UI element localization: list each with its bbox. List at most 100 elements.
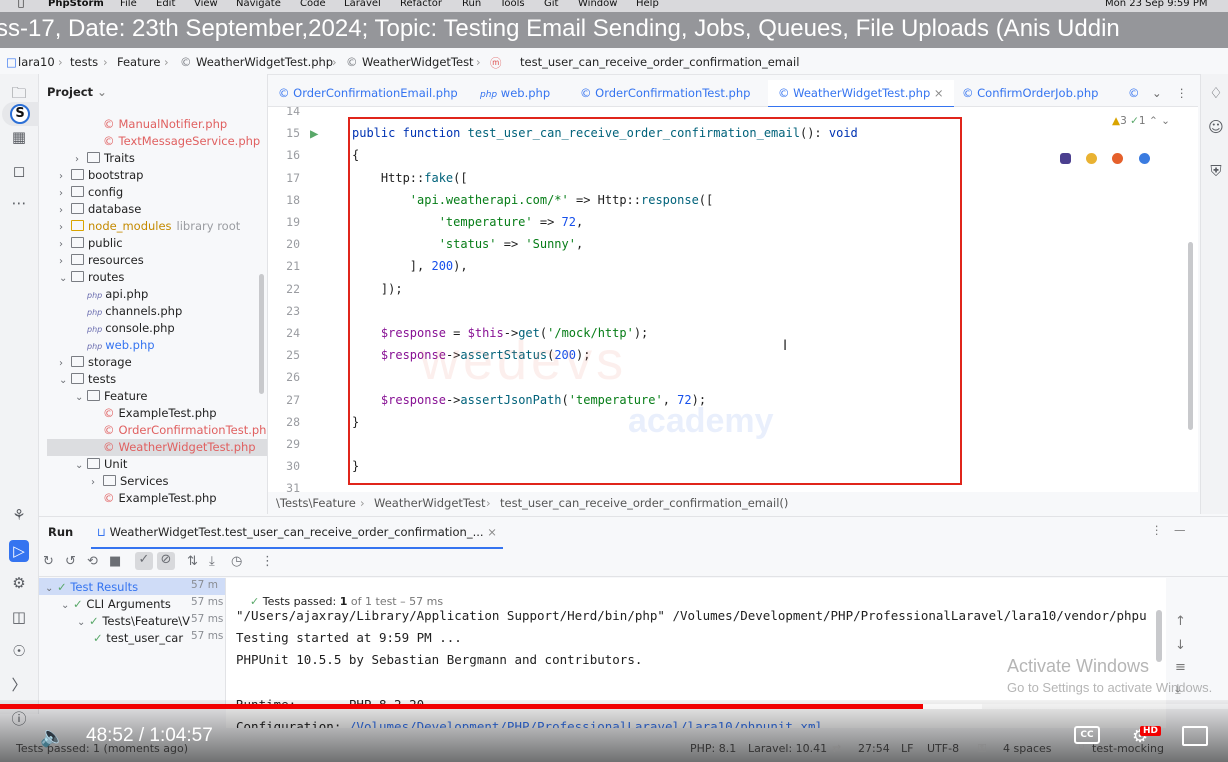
show-passed-icon[interactable]: ✓ <box>135 552 153 570</box>
sort-icon[interactable]: ⇅ <box>187 554 198 569</box>
firefox-icon[interactable] <box>1112 153 1124 164</box>
app-menu[interactable]: PhpStorm <box>48 0 104 9</box>
crumb-method[interactable]: test_user_can_receive_order_confirmation… <box>500 496 788 510</box>
more-icon[interactable]: ⋮ <box>1151 523 1163 537</box>
code-line[interactable]: 'api.weatherapi.com/*' => Http::response… <box>352 193 713 207</box>
menu-laravel[interactable]: Laravel <box>344 0 381 9</box>
history-icon[interactable]: ◷ <box>231 554 242 569</box>
code-line[interactable]: } <box>352 415 359 429</box>
editor-scrollbar[interactable] <box>1188 242 1193 430</box>
project-header[interactable]: Project ⌄ <box>47 84 107 101</box>
project-tree-item[interactable]: › bootstrap <box>59 167 143 184</box>
chevron-right-icon[interactable]: › <box>59 236 71 253</box>
crumb-class[interactable]: WeatherWidgetTest <box>362 55 474 69</box>
database-icon[interactable]: ◫ <box>9 608 29 626</box>
test-result-row[interactable]: ⌄ ✓ Tests\Feature\V <box>77 613 190 629</box>
status-branch[interactable]: test-mocking <box>1092 742 1164 755</box>
menu-edit[interactable]: Edit <box>156 0 175 9</box>
tab-overflow-icon[interactable]: © <box>1128 86 1140 100</box>
status-line-ending[interactable]: LF <box>901 742 913 755</box>
crumb-namespace[interactable]: \Tests\Feature <box>276 496 356 510</box>
chevron-right-icon[interactable]: › <box>59 355 71 372</box>
tab-order-confirmation-test[interactable]: © OrderConfirmationTest.php <box>580 86 750 100</box>
project-tree-item[interactable]: ⌄ tests <box>59 371 116 388</box>
run-tab[interactable]: ⊔ WeatherWidgetTest.test_user_can_receiv… <box>91 517 503 549</box>
project-tree-item[interactable]: php web.php <box>75 337 155 354</box>
more-icon[interactable]: ⋮ <box>1176 86 1188 100</box>
project-tree-item[interactable]: › storage <box>59 354 132 371</box>
code-line[interactable]: } <box>352 459 359 473</box>
ai-assistant-icon[interactable]: ☺ <box>1206 118 1226 136</box>
project-folder-icon[interactable]: 🗀 <box>9 84 29 102</box>
crumb-feature[interactable]: Feature <box>117 55 160 69</box>
chevron-right-icon[interactable]: › <box>91 474 103 491</box>
project-tree-item[interactable]: © ExampleTest.php <box>91 490 217 507</box>
tab-confirm-order-job[interactable]: © ConfirmOrderJob.php <box>962 86 1098 100</box>
bookmark-icon[interactable]: ◻ <box>9 162 29 180</box>
chevron-right-icon[interactable]: › <box>59 253 71 270</box>
scroll-up-icon[interactable]: ↑ <box>1175 614 1186 629</box>
chevron-down-icon[interactable]: ⌄ <box>75 389 87 406</box>
browser-icon[interactable] <box>1060 153 1071 164</box>
rerun-auto-icon[interactable]: ⟲ <box>87 554 98 569</box>
chevron-down-icon[interactable]: ⌄ <box>77 617 85 628</box>
minimize-icon[interactable]: — <box>1174 523 1186 537</box>
console-scrollbar[interactable] <box>1156 610 1162 662</box>
project-tree-item[interactable]: › database <box>59 201 141 218</box>
menu-code[interactable]: Code <box>300 0 326 9</box>
chevron-down-icon[interactable]: ⌄ <box>75 457 87 474</box>
status-laravel[interactable]: Laravel: 10.41 <box>748 742 827 755</box>
project-tree-item[interactable]: © ManualNotifier.php <box>91 116 227 133</box>
status-indent[interactable]: 4 spaces <box>1003 742 1052 755</box>
debug-icon[interactable]: ⚙ <box>9 574 29 592</box>
project-tree-item[interactable]: › config <box>59 184 123 201</box>
status-encoding[interactable]: UTF-8 <box>927 742 959 755</box>
project-tree-item[interactable]: ⌄ routes <box>59 269 124 286</box>
inspection-widget[interactable]: ▲3 ✓1 ⌃ ⌄ <box>1112 115 1170 127</box>
menu-navigate[interactable]: Navigate <box>236 0 281 9</box>
project-tree-item[interactable]: ⌄ Unit <box>75 456 127 473</box>
scroll-down-icon[interactable]: ↓ <box>1175 638 1186 653</box>
code-line[interactable]: { <box>352 148 359 162</box>
tab-weather-widget-test[interactable]: © WeatherWidgetTest.php × <box>768 80 954 108</box>
chevron-down-icon[interactable]: ⌄ <box>1152 86 1162 100</box>
run-test-gutter-icon[interactable]: ▶ <box>310 126 318 142</box>
status-tests-passed[interactable]: Tests passed: 1 (moments ago) <box>16 742 188 755</box>
project-tree-item[interactable]: ⌄ Feature <box>75 388 147 405</box>
chevron-right-icon[interactable]: › <box>75 151 87 168</box>
notifications-icon[interactable]: ♢ <box>1206 84 1226 102</box>
crumb-tests[interactable]: tests <box>70 55 98 69</box>
project-tree-item[interactable]: › resources <box>59 252 144 269</box>
status-php[interactable]: PHP: 8.1 <box>690 742 736 755</box>
run-icon[interactable]: ▷ <box>9 540 29 562</box>
stop-icon[interactable]: ■ <box>109 554 121 569</box>
project-tree-item[interactable]: © TextMessageService.php <box>91 133 260 150</box>
video-title[interactable]: ss-17, Date: 23th September,2024; Topic:… <box>0 15 1120 43</box>
safari-icon[interactable] <box>1138 153 1150 164</box>
chevron-right-icon[interactable]: › <box>59 202 71 219</box>
menu-window[interactable]: Window <box>578 0 617 9</box>
fullscreen-icon[interactable] <box>1182 726 1208 746</box>
chevron-down-icon[interactable]: ⌄ <box>59 270 71 287</box>
code-line[interactable]: 'status' => 'Sunny', <box>352 237 584 251</box>
close-icon[interactable]: × <box>934 86 944 100</box>
project-scrollbar[interactable] <box>259 274 264 394</box>
tab-order-confirmation-email[interactable]: © OrderConfirmationEmail.php <box>278 86 458 100</box>
tab-web[interactable]: php web.php <box>480 86 550 100</box>
test-result-row[interactable]: ⌄ ✓ CLI Arguments <box>61 596 171 612</box>
s-badge-icon[interactable]: S <box>10 104 30 124</box>
services-icon[interactable]: ☉ <box>9 642 29 660</box>
project-tree-item[interactable]: › public <box>59 235 123 252</box>
menu-run[interactable]: Run <box>462 0 481 9</box>
crumb-project[interactable]: lara10 <box>18 55 55 69</box>
crumb-file[interactable]: WeatherWidgetTest.php <box>196 55 333 69</box>
git-icon[interactable]: ⚘ <box>9 506 29 524</box>
menu-tools[interactable]: Tools <box>500 0 525 9</box>
test-result-row[interactable]: ✓ test_user_car <box>93 630 183 646</box>
project-tree-item[interactable]: © ExampleTest.php <box>91 405 217 422</box>
structure-icon[interactable]: ▦ <box>9 128 29 146</box>
terminal-icon[interactable]: 〉 <box>9 676 29 694</box>
code-line[interactable]: Http::fake([ <box>352 171 468 185</box>
shield-icon[interactable]: ⛨ <box>1206 162 1226 180</box>
crumb-class[interactable]: WeatherWidgetTest <box>374 496 486 510</box>
